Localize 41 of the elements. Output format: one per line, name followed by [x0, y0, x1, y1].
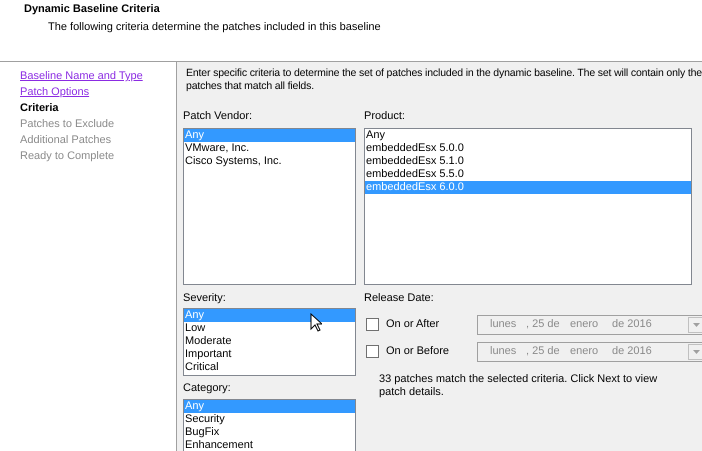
checkbox-label: On or After	[386, 317, 440, 332]
date-part: de 2016	[612, 317, 653, 332]
date-part: , 25 de	[526, 317, 561, 332]
caret-icon	[693, 322, 700, 326]
mouse-pointer-icon	[310, 313, 322, 332]
wizard-step: Criteria	[20, 102, 59, 114]
list-item[interactable]: embeddedEsx 5.1.0	[365, 154, 691, 168]
wizard-step: Patches to Exclude	[20, 118, 114, 130]
page-title: Dynamic Baseline Criteria	[24, 2, 161, 17]
list-item[interactable]: Enhancement	[184, 438, 355, 451]
caret-icon	[693, 350, 700, 354]
wizard-step[interactable]: Baseline Name and Type	[20, 70, 143, 82]
match-message: 33 patches match the selected criteria. Click Next to view patch details.	[378, 373, 658, 399]
date-part: lunes	[490, 344, 518, 360]
checkbox-label: On or Before	[386, 344, 450, 360]
field-label: Severity:	[183, 290, 227, 306]
date-part: , 25 de	[526, 344, 561, 360]
list-item[interactable]: Important	[184, 348, 355, 361]
page-subtitle: The following criteria determine the patches included in this baseline	[47, 20, 382, 34]
field-label: Product:	[364, 109, 406, 124]
list-item[interactable]: embeddedEsx 5.0.0	[365, 142, 691, 154]
list-item[interactable]: Cisco Systems, Inc.	[184, 154, 355, 168]
list-item[interactable]: BugFix	[184, 426, 355, 438]
list-item[interactable]: VMware, Inc.	[184, 142, 355, 154]
field-label: Category:	[183, 381, 232, 396]
list-item[interactable]: Low	[184, 322, 355, 335]
wizard-step: Additional Patches	[20, 134, 112, 146]
list-item[interactable]: embeddedEsx 5.5.0	[365, 168, 691, 180]
date-part: enero	[570, 344, 600, 360]
list-item[interactable]: Any	[365, 128, 691, 142]
wizard-step: Ready to Complete	[20, 150, 114, 162]
list-item[interactable]: Moderate	[184, 335, 355, 348]
intro-text: Enter specific criteria to determine the set of patches included in the dynamic baseline. The set will contain only the patches that match all fields.	[185, 67, 702, 93]
list-item[interactable]: Critical	[184, 361, 355, 374]
wizard-step[interactable]: Patch Options	[20, 86, 90, 98]
field-label: Release Date:	[364, 290, 435, 306]
list-item[interactable]: Security	[184, 412, 355, 426]
date-part: de 2016	[612, 344, 653, 360]
field-label: Patch Vendor:	[183, 109, 254, 124]
date-part: enero	[570, 317, 600, 332]
date-part: lunes	[490, 317, 518, 332]
